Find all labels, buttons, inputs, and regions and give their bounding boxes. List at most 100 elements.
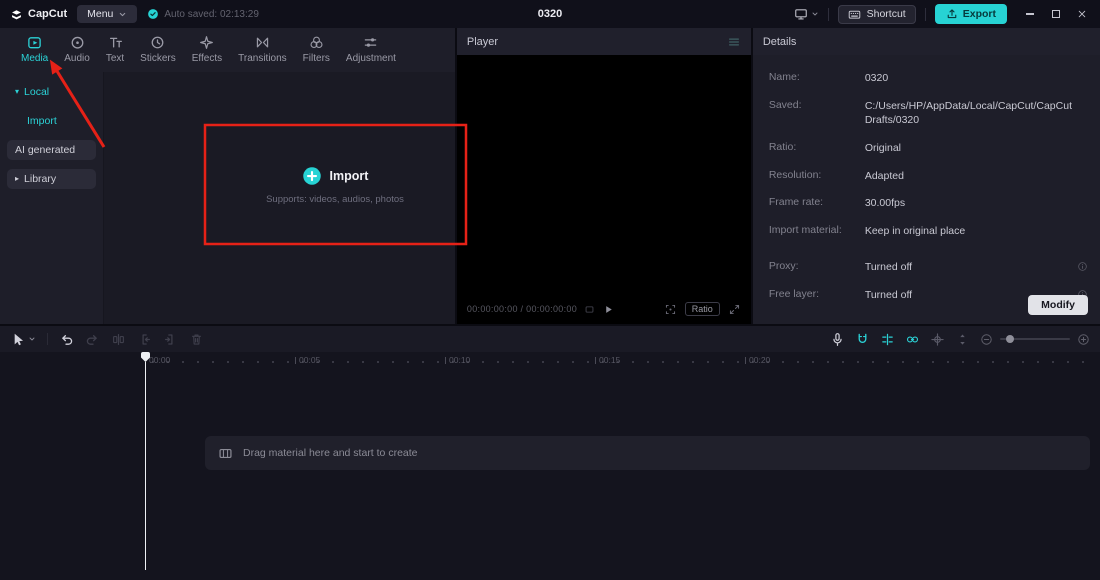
playhead[interactable] xyxy=(141,352,150,570)
zoom-slider[interactable] xyxy=(1000,335,1070,343)
delete-icon[interactable] xyxy=(189,332,204,347)
tab-media[interactable]: Media xyxy=(14,35,55,64)
tab-label: Filters xyxy=(302,53,330,64)
autosave-sync-icon xyxy=(147,8,159,20)
timeline-zoom xyxy=(980,333,1090,346)
timeline-ruler[interactable]: 00:00 00:05 00:10 00:15 00:20 xyxy=(0,352,1100,370)
adjustment-icon xyxy=(363,35,378,50)
minimize-button[interactable] xyxy=(1018,3,1042,25)
autosave-status: Auto saved: 02:13:29 xyxy=(147,8,259,20)
ruler-mark: 00:05 xyxy=(295,355,320,365)
record-voiceover-icon[interactable] xyxy=(830,332,845,347)
shortcut-button-label: Shortcut xyxy=(866,8,906,20)
capcut-logo-icon xyxy=(10,8,23,21)
details-panel: Details Name: 0320 Saved: C:/Users/HP/Ap… xyxy=(752,28,1100,324)
tab-label: Media xyxy=(21,53,49,64)
export-icon xyxy=(946,8,958,20)
ratio-button[interactable]: Ratio xyxy=(684,302,720,316)
chevron-down-icon xyxy=(28,335,36,343)
media-icon xyxy=(27,35,42,50)
field-value: C:/Users/HP/AppData/Local/CapCut/CapCut … xyxy=(864,99,1072,127)
maximize-button[interactable] xyxy=(1044,3,1068,25)
delete-left-icon[interactable] xyxy=(137,332,152,347)
filters-icon xyxy=(309,35,324,50)
sidebar-item-ai-generated[interactable]: AI generated xyxy=(7,140,96,160)
tab-stickers[interactable]: Stickers xyxy=(133,35,183,64)
modify-button[interactable]: Modify xyxy=(1028,295,1088,315)
sidebar-item-import[interactable]: Import xyxy=(7,111,96,131)
redo-icon[interactable] xyxy=(85,332,100,347)
sidebar-item-label: AI generated xyxy=(15,144,76,156)
tab-text[interactable]: Text xyxy=(99,35,131,64)
tab-transitions[interactable]: Transitions xyxy=(231,35,294,64)
field-label: Free layer: xyxy=(768,287,819,300)
details-fields: Name: 0320 Saved: C:/Users/HP/AppData/Lo… xyxy=(753,55,1100,302)
media-content: Import Supports: videos, audios, photos xyxy=(104,72,455,324)
play-icon[interactable] xyxy=(602,303,615,316)
screen-icon xyxy=(794,7,808,21)
empty-track-hint[interactable]: Drag material here and start to create xyxy=(205,436,1090,470)
field-value: 30.00fps xyxy=(864,197,906,210)
audio-icon xyxy=(70,35,85,50)
sidebar-item-label: Library xyxy=(24,173,57,185)
track-height-icon[interactable] xyxy=(955,332,970,347)
main-track-magnet-icon[interactable] xyxy=(855,332,870,347)
shortcut-button[interactable]: Shortcut xyxy=(837,4,916,24)
chevron-down-icon xyxy=(118,10,127,19)
linked-clips-icon[interactable] xyxy=(905,332,920,347)
text-icon xyxy=(108,35,123,50)
detail-row-resolution: Resolution: Adapted xyxy=(769,169,1088,184)
focus-icon[interactable] xyxy=(664,303,677,316)
ruler-minor-ticks xyxy=(152,361,1092,363)
tab-label: Transitions xyxy=(238,53,287,64)
delete-right-icon[interactable] xyxy=(163,332,178,347)
select-tool-button[interactable] xyxy=(10,332,36,347)
export-button[interactable]: Export xyxy=(934,4,1007,24)
ruler-mark: 00:10 xyxy=(445,355,470,365)
close-button[interactable] xyxy=(1070,3,1094,25)
fullscreen-icon[interactable] xyxy=(728,303,741,316)
ruler-mark: 00:15 xyxy=(595,355,620,365)
zoom-in-icon[interactable] xyxy=(1077,333,1090,346)
detail-row-import-material: Import material: Keep in original place xyxy=(769,224,1088,239)
effects-icon xyxy=(199,35,214,50)
tab-adjustment[interactable]: Adjustment xyxy=(339,35,403,64)
split-icon[interactable] xyxy=(111,332,126,347)
undo-icon[interactable] xyxy=(59,332,74,347)
playhead-line xyxy=(144,362,147,570)
field-value: Original xyxy=(864,142,901,155)
display-mode-button[interactable] xyxy=(794,7,819,21)
field-label: Saved: xyxy=(768,98,802,111)
player-title: Player xyxy=(466,35,499,48)
ruler-mark: 00:20 xyxy=(745,355,770,365)
detail-row-proxy: Proxy: Turned off xyxy=(769,260,1088,275)
export-button-label: Export xyxy=(962,8,996,20)
field-label: Import material: xyxy=(768,224,842,237)
menu-button[interactable]: Menu xyxy=(77,5,138,23)
sidebar-item-library[interactable]: ▸ Library xyxy=(7,169,96,189)
field-label: Proxy: xyxy=(768,259,799,272)
playhead-handle[interactable] xyxy=(141,352,150,362)
player-menu-icon[interactable] xyxy=(727,35,741,49)
sticker-icon xyxy=(150,35,165,50)
divider xyxy=(924,7,926,21)
preview-axis-icon[interactable] xyxy=(930,332,945,347)
frame-step-icon[interactable] xyxy=(584,304,595,315)
divider xyxy=(47,333,48,345)
zoom-slider-knob[interactable] xyxy=(1006,335,1014,343)
app-logo: CapCut xyxy=(10,8,67,21)
auto-snap-icon[interactable] xyxy=(880,332,895,347)
maximize-icon xyxy=(1052,10,1060,18)
detail-row-name: Name: 0320 xyxy=(769,71,1088,86)
zoom-out-icon[interactable] xyxy=(980,333,993,346)
field-value: 0320 xyxy=(864,72,889,84)
field-label: Ratio: xyxy=(768,141,797,154)
tab-audio[interactable]: Audio xyxy=(57,35,97,64)
import-dropzone[interactable]: Import Supports: videos, audios, photos xyxy=(204,127,466,243)
sidebar-item-local[interactable]: ▾ Local xyxy=(7,82,96,102)
tab-filters[interactable]: Filters xyxy=(296,35,337,64)
import-subtitle: Supports: videos, audios, photos xyxy=(266,193,404,205)
tab-effects[interactable]: Effects xyxy=(185,35,229,64)
tab-label: Effects xyxy=(191,53,223,64)
info-icon[interactable] xyxy=(1077,261,1088,272)
